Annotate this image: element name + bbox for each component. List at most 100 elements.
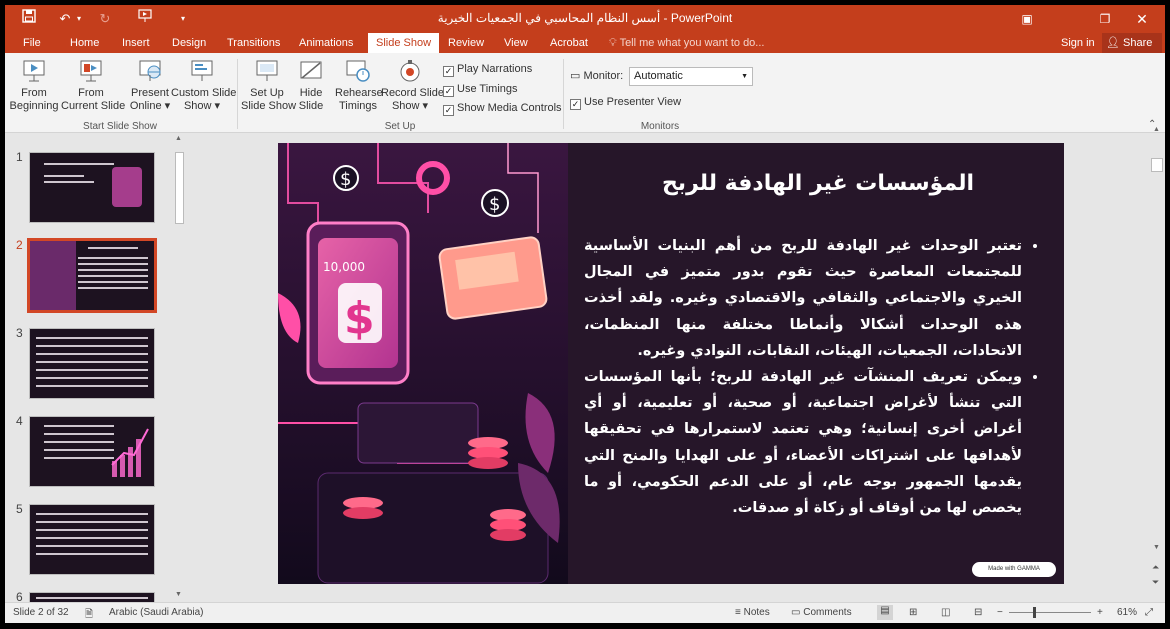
bullet-item: ويمكن تعريف المنشآت غير الهادفة للربح؛ ب…: [584, 364, 1022, 521]
language-indicator[interactable]: Arabic (Saudi Arabia): [109, 607, 204, 618]
thumb-text-line: [88, 247, 138, 249]
from-beginning-button[interactable]: From Beginning: [9, 58, 59, 113]
normal-view-icon[interactable]: ▤: [877, 605, 893, 620]
custom-slide-show-button[interactable]: Custom Slide Show ▾: [171, 58, 237, 113]
tab-transitions[interactable]: Transitions: [223, 33, 284, 53]
from-beginning-label: From Beginning: [9, 87, 59, 112]
slide-thumbnail-4[interactable]: [29, 416, 155, 487]
group-separator: [563, 59, 564, 129]
rehearse-timings-icon: [346, 60, 370, 82]
tab-slide-show[interactable]: Slide Show: [368, 33, 440, 53]
thumb-text-line: [36, 361, 148, 363]
slide-show-view-icon[interactable]: ⊟: [974, 607, 982, 618]
slide-thumbnails-pane: 1 2 3 4 5 6 ▲ ▼: [5, 134, 185, 604]
thumb-text-line: [36, 521, 148, 523]
sign-in-link[interactable]: Sign in: [1061, 33, 1095, 53]
present-online-button[interactable]: Present Online ▾: [127, 58, 173, 113]
powerpoint-window: ↶ ▾ ↻ ▾ أسس النظام المحاسبي في الجمعيات …: [5, 5, 1165, 623]
svg-text:$: $: [340, 169, 351, 190]
bullet-item: تعتبر الوحدات غير الهادفة للربح من أهم ا…: [584, 233, 1022, 364]
slide-thumbnail-2[interactable]: [27, 238, 157, 313]
comments-button[interactable]: ▭ Comments: [791, 607, 852, 618]
set-up-slide-show-button[interactable]: Set Up Slide Show: [241, 58, 296, 113]
zoom-slider-thumb[interactable]: [1033, 607, 1036, 618]
work-area: 1 2 3 4 5 6 ▲ ▼ $ $ 10,000 $ المؤسسات غي…: [5, 126, 1165, 604]
thumbnail-number: 1: [16, 150, 23, 164]
spelling-check-icon[interactable]: 🗎︎: [85, 607, 93, 623]
custom-show-label: Custom Slide Show ▾: [171, 87, 237, 112]
slide-counter: Slide 2 of 32: [13, 607, 69, 618]
slide-sorter-icon[interactable]: ⊞: [909, 607, 917, 618]
close-icon[interactable]: ✕: [1130, 9, 1154, 29]
lightbulb-icon: 💡︎: [609, 37, 620, 49]
scroll-thumb[interactable]: [1151, 158, 1163, 172]
thumb-text-line: [44, 181, 94, 183]
thumb-text-line: [36, 553, 148, 555]
zoom-level[interactable]: 61%: [1117, 607, 1137, 618]
from-beginning-icon: [23, 60, 45, 82]
thumb-text-line: [36, 385, 148, 387]
ribbon-display-icon[interactable]: ▣: [1015, 9, 1039, 29]
zoom-slider-track[interactable]: [1009, 612, 1091, 613]
scroll-up-icon[interactable]: ▲: [175, 135, 182, 142]
slide-scrollbar[interactable]: ▲ ▼ ⏶ ⏷: [1149, 126, 1165, 602]
record-slide-show-button[interactable]: Record Slide Show ▾: [381, 58, 444, 113]
thumb-text-line: [78, 275, 148, 277]
thumbnail-number: 4: [16, 414, 23, 428]
tell-me-box[interactable]: 💡︎ Tell me what you want to do...: [609, 33, 764, 53]
slide-canvas[interactable]: $ $ 10,000 $ المؤسسات غير الهادفة للربح …: [278, 143, 1064, 584]
notes-button[interactable]: ≡ Notes: [735, 607, 770, 618]
thumb-art: [30, 241, 76, 310]
slide-body[interactable]: تعتبر الوحدات غير الهادفة للربح من أهم ا…: [584, 233, 1042, 521]
tab-animations[interactable]: Animations: [295, 33, 357, 53]
hide-slide-button[interactable]: Hide Slide: [295, 58, 327, 113]
tab-review[interactable]: Review: [444, 33, 488, 53]
thumb-text-line: [78, 257, 148, 259]
notes-label: Notes: [743, 607, 770, 618]
thumbnail-number: 3: [16, 326, 23, 340]
scroll-down-icon[interactable]: ▼: [175, 591, 182, 598]
rehearse-timings-button[interactable]: Rehearse Timings: [335, 58, 383, 113]
slide-thumbnail-1[interactable]: [29, 152, 155, 223]
slide-thumbnail-3[interactable]: [29, 328, 155, 399]
previous-slide-icon[interactable]: ⏶: [1152, 562, 1159, 573]
slide-title[interactable]: المؤسسات غير الهادفة للربح: [608, 171, 1028, 196]
share-button[interactable]: 👤︎ Share: [1102, 33, 1162, 53]
made-with-gamma-badge[interactable]: Made with GAMMA: [972, 562, 1056, 577]
monitor-icon: ▭: [570, 70, 584, 82]
show-media-controls-checkbox[interactable]: ✓ Show Media Controls: [443, 102, 562, 116]
record-label: Record Slide Show ▾: [381, 87, 444, 112]
presenter-view-label: Use Presenter View: [584, 96, 682, 108]
thumbnail-scroll-thumb[interactable]: [175, 152, 184, 224]
from-current-slide-button[interactable]: From Current Slide: [61, 58, 125, 113]
zoom-out-button[interactable]: −: [997, 607, 1003, 618]
checkmark-icon: ✓: [443, 66, 454, 77]
scroll-down-icon[interactable]: ▼: [1153, 544, 1160, 551]
zoom-in-button[interactable]: +: [1097, 607, 1103, 618]
thumb-text-line: [36, 337, 148, 339]
tab-view[interactable]: View: [500, 33, 532, 53]
use-presenter-view-checkbox[interactable]: ✓ Use Presenter View: [570, 96, 681, 110]
tab-home[interactable]: Home: [66, 33, 103, 53]
present-online-label: Present Online ▾: [129, 87, 171, 112]
present-online-icon: [139, 60, 161, 81]
tab-insert[interactable]: Insert: [118, 33, 154, 53]
svg-text:10,000: 10,000: [323, 260, 365, 274]
restore-down-icon[interactable]: ❐: [1093, 9, 1117, 29]
next-slide-icon[interactable]: ⏷: [1152, 577, 1159, 588]
svg-text:$: $: [489, 194, 500, 215]
play-narrations-checkbox[interactable]: ✓ Play Narrations: [443, 63, 532, 77]
monitor-dropdown[interactable]: Automatic ▼: [629, 67, 753, 86]
thumb-text-line: [36, 529, 148, 531]
thumb-text-line: [36, 377, 148, 379]
group-separator: [237, 59, 238, 129]
slide-thumbnail-5[interactable]: [29, 504, 155, 575]
scroll-up-icon[interactable]: ▲: [1153, 126, 1160, 133]
fit-slide-icon[interactable]: ⤢: [1145, 607, 1153, 618]
tab-file[interactable]: File: [19, 33, 45, 53]
reading-view-icon[interactable]: ◫: [941, 607, 950, 618]
use-timings-checkbox[interactable]: ✓ Use Timings: [443, 83, 518, 97]
chevron-down-icon: ▼: [741, 73, 748, 80]
tab-design[interactable]: Design: [168, 33, 210, 53]
tab-acrobat[interactable]: Acrobat: [546, 33, 592, 53]
